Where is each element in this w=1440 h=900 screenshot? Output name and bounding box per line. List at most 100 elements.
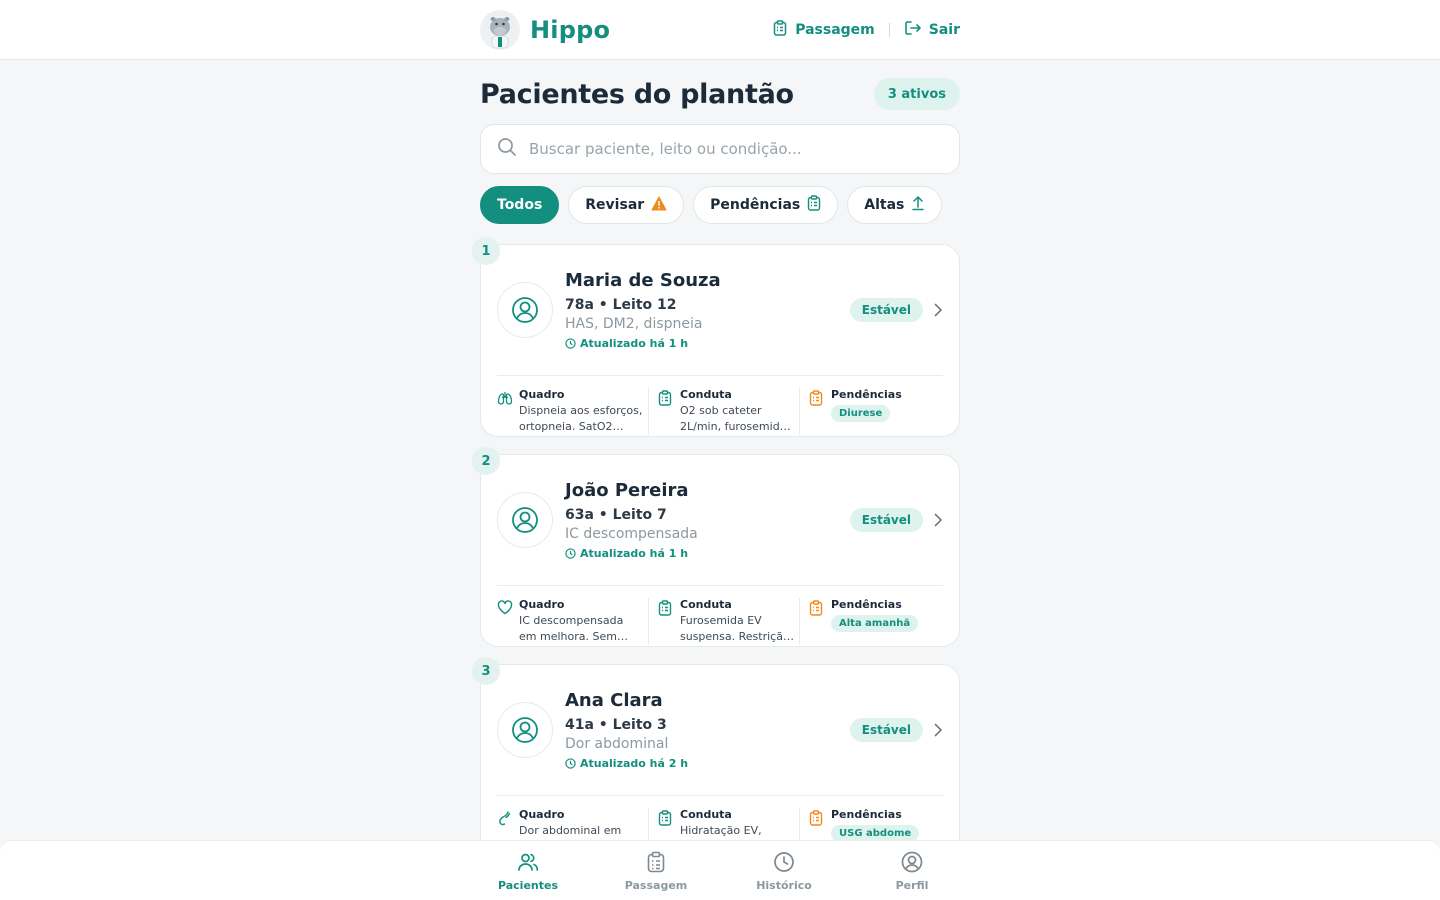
search-box[interactable] [480,124,960,174]
patient-card[interactable]: 1 Maria de Souza 78a • Leito 12 HAS, DM2… [472,237,960,437]
pending-badge: Alta amanhã [831,615,919,632]
filter-altas[interactable]: Altas [847,186,943,224]
card-divider [497,795,943,796]
conduta-title: Conduta [680,598,732,611]
pendencias-section: Pendências Diurese [800,388,943,435]
patient-meta: 41a • Leito 3 [565,717,667,733]
patient-updated-text: Atualizado há 1 h [580,337,689,350]
hippo-logo [480,10,520,50]
user-circle-icon [512,507,538,533]
brand-name: Hippo [530,16,611,44]
search-input[interactable] [529,140,929,158]
nav-passagem-label: Passagem [624,879,688,892]
card-divider [497,375,943,376]
heart-icon [497,600,513,645]
quadro-title: Quadro [519,598,565,611]
users-icon [517,851,539,877]
top-bar: Hippo Passagem Sair [0,0,1440,60]
patient-updated: Atualizado há 2 h [565,757,850,770]
patient-index: 3 [472,657,500,685]
logout-link[interactable]: Sair [904,20,960,40]
patient-name: Maria de Souza [565,270,721,291]
patient-updated-text: Atualizado há 2 h [580,757,689,770]
filter-pendencias-label: Pendências [710,197,801,213]
clock-icon [565,758,576,769]
patient-updated-text: Atualizado há 1 h [580,547,689,560]
quadro-text: IC descompensada em melhora. Sem… [519,614,628,643]
card-divider [497,585,943,586]
conduta-section: Conduta Furosemida EV suspensa. Restriçã… [649,598,800,645]
conduta-section: Conduta O2 sob cateter 2L/min, furosemid… [649,388,800,435]
pendencias-title: Pendências [831,388,902,401]
chevron-right-icon[interactable] [933,512,943,528]
conduta-title: Conduta [680,388,732,401]
patient-conditions: HAS, DM2, dispneia [565,316,703,332]
nav-pacientes-label: Pacientes [497,879,559,892]
user-circle-icon [512,717,538,743]
filter-todos-label: Todos [497,197,543,213]
warning-icon [651,196,667,215]
filter-revisar[interactable]: Revisar [568,186,685,224]
conduta-text: Furosemida EV suspensa. Restriçã… [680,614,794,643]
logout-icon [904,20,922,40]
clock-icon [773,851,795,877]
nav-historico-label: Histórico [756,879,812,892]
filter-bar: Todos Revisar Pendências Altas [480,186,960,224]
patient-index: 1 [472,237,500,265]
clipboard-icon [645,851,667,877]
quadro-text: Dispneia aos esforços, ortopneia. SatO2… [519,404,643,433]
clipboard-icon [658,600,674,645]
filter-altas-label: Altas [864,197,905,213]
quadro-title: Quadro [519,388,565,401]
clock-icon [565,548,576,559]
bottom-nav: Pacientes Passagem Histórico Perfil [0,840,1440,900]
quadro-section: Quadro IC descompensada em melhora. Sem… [497,598,649,645]
avatar [497,492,553,548]
chevron-right-icon[interactable] [933,302,943,318]
patient-meta: 78a • Leito 12 [565,297,677,313]
lungs-icon [497,390,513,435]
top-nav: Passagem Sair [772,20,960,40]
avatar [497,702,553,758]
page-title: Pacientes do plantão [480,78,794,110]
search-icon [497,137,517,161]
nav-separator [888,23,890,37]
brand[interactable]: Hippo [480,10,610,50]
conduta-text: O2 sob cateter 2L/min, furosemid… [680,404,791,433]
nav-pacientes[interactable]: Pacientes [464,841,592,900]
clock-icon [565,338,576,349]
patient-meta: 63a • Leito 7 [565,507,667,523]
clipboard-warning-icon [809,390,825,435]
title-row: Pacientes do plantão 3 ativos [480,78,960,110]
status-badge: Estável [849,298,923,322]
clipboard-icon [658,390,674,435]
nav-passagem[interactable]: Passagem [592,841,720,900]
filter-todos[interactable]: Todos [480,186,560,224]
chevron-right-icon[interactable] [933,722,943,738]
filter-pendencias[interactable]: Pendências [693,186,839,224]
patient-conditions: IC descompensada [565,526,698,542]
nav-historico[interactable]: Histórico [720,841,848,900]
main-content: Pacientes do plantão 3 ativos Todos Revi… [472,60,960,874]
nav-perfil-label: Perfil [895,879,929,892]
active-count-badge: 3 ativos [873,78,960,110]
patient-name: João Pereira [565,480,689,501]
passagem-link[interactable]: Passagem [772,20,875,40]
pendencias-title: Pendências [831,808,902,821]
user-circle-icon [512,297,538,323]
logout-link-label: Sair [928,22,960,38]
patient-list: 1 Maria de Souza 78a • Leito 12 HAS, DM2… [472,237,960,857]
patient-name: Ana Clara [565,690,663,711]
avatar [497,282,553,338]
passagem-link-label: Passagem [795,22,875,38]
patient-card[interactable]: 3 Ana Clara 41a • Leito 3 Dor abdominal [472,657,960,857]
patient-conditions: Dor abdominal [565,736,669,752]
conduta-title: Conduta [680,808,732,821]
clipboard-warning-icon [809,600,825,645]
patient-index: 2 [472,447,500,475]
pending-badge: Diurese [831,405,891,422]
filter-revisar-label: Revisar [585,197,645,213]
nav-perfil[interactable]: Perfil [848,841,976,900]
patient-card[interactable]: 2 João Pereira 63a • Leito 7 IC descompe… [472,447,960,647]
pendencias-section: Pendências Alta amanhã [800,598,943,645]
